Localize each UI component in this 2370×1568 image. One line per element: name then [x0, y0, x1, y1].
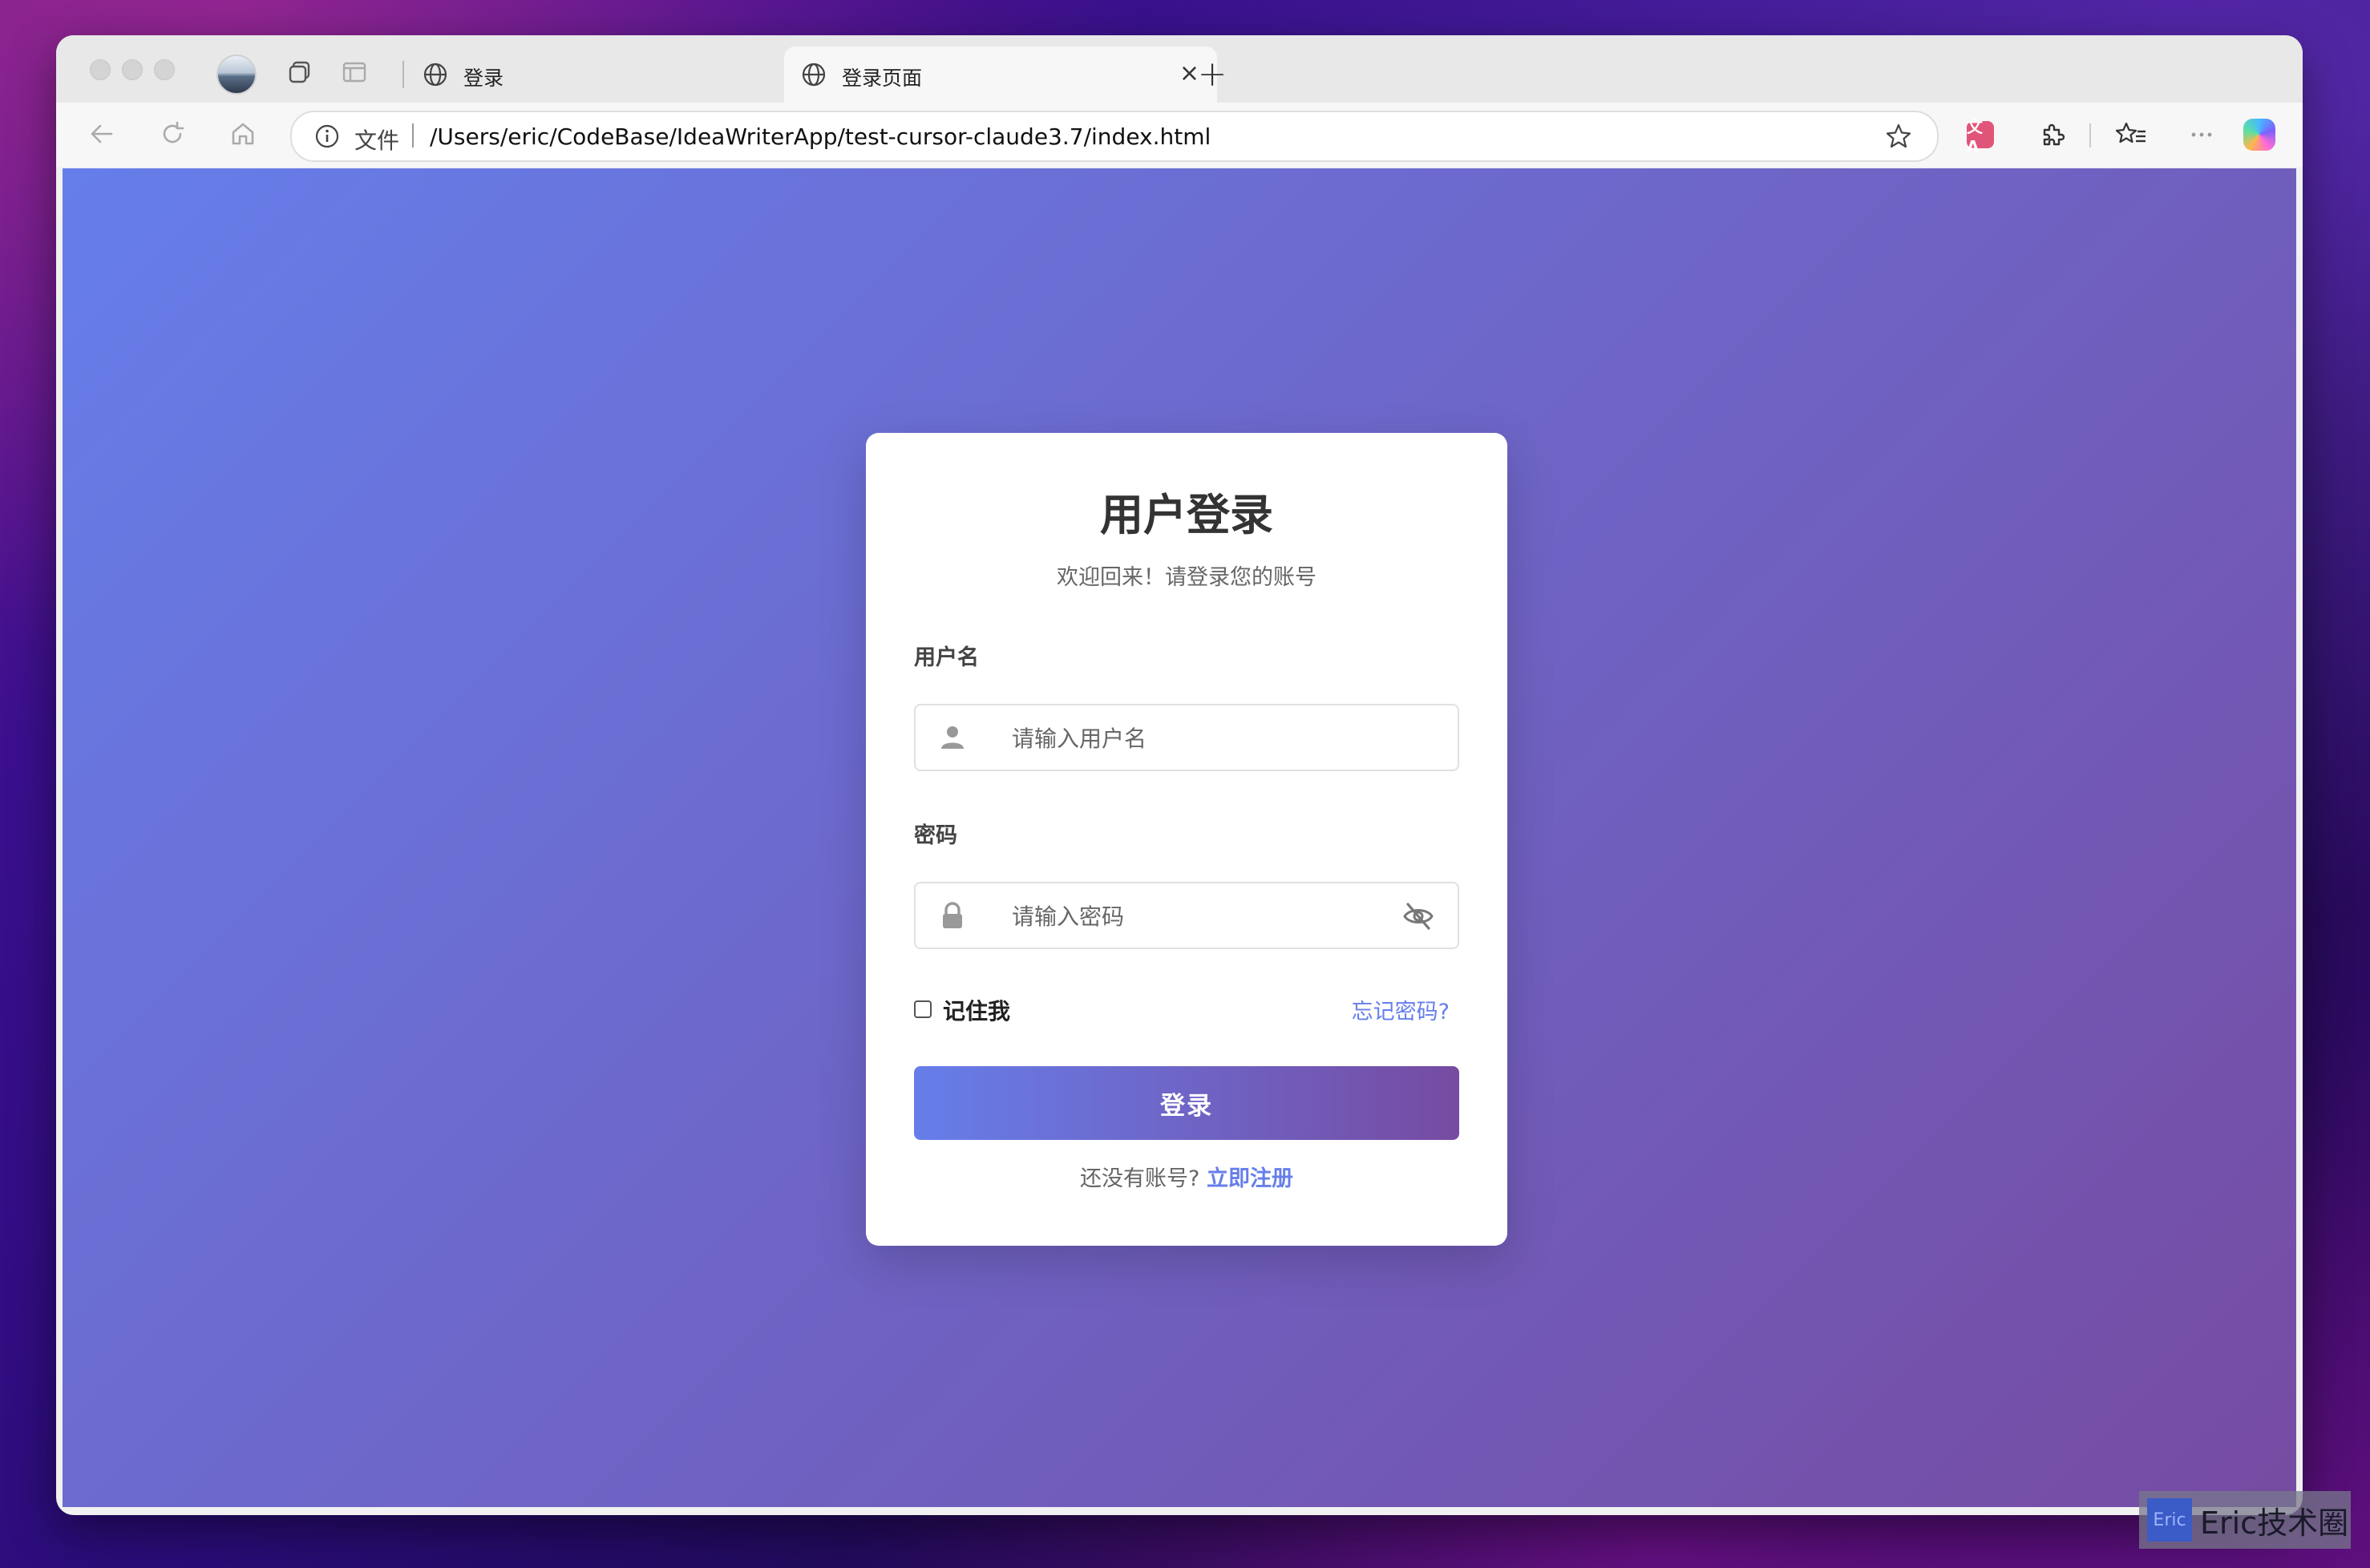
profile-avatar[interactable] — [216, 55, 257, 95]
globe-icon — [802, 63, 826, 87]
page-viewport: 用户登录 欢迎回来！请登录您的账号 用户名 密码 记住我 忘记密码? 登录 还没… — [63, 168, 2296, 1507]
home-icon[interactable] — [224, 115, 261, 152]
address-bar[interactable]: 文件 /Users/eric/CodeBase/IdeaWriterApp/te… — [290, 111, 1939, 162]
register-prompt: 还没有账号? — [1080, 1166, 1200, 1191]
address-separator — [412, 123, 414, 148]
extensions-icon[interactable] — [2035, 117, 2070, 152]
tab-divider — [402, 61, 404, 88]
password-label: 密码 — [914, 823, 957, 848]
new-tab-button[interactable]: + — [1191, 53, 1233, 95]
password-field[interactable] — [914, 882, 1459, 949]
favorite-star-icon[interactable] — [1884, 122, 1913, 151]
eye-slash-icon[interactable] — [1401, 901, 1435, 932]
scheme-label: 文件 — [354, 127, 400, 154]
username-input[interactable] — [1010, 718, 1398, 758]
window-close-button[interactable] — [90, 59, 111, 80]
watermark-badge: Eric — [2147, 1498, 2192, 1542]
info-icon[interactable] — [314, 123, 340, 149]
username-label: 用户名 — [914, 645, 979, 670]
remember-row: 记住我 忘记密码? — [914, 994, 1459, 1026]
window-minimize-button[interactable] — [122, 59, 143, 80]
translate-badge: 文A — [1967, 117, 1994, 156]
lock-icon — [943, 902, 962, 928]
copilot-logo — [2243, 119, 2275, 151]
username-field[interactable] — [914, 704, 1459, 771]
copilot-icon[interactable] — [2242, 117, 2277, 152]
remember-label[interactable]: 记住我 — [943, 994, 1010, 1026]
watermark: Eric Eric技术圈 — [2139, 1491, 2351, 1549]
tab-title: 登录 — [463, 67, 504, 90]
tab-login[interactable]: 登录 × — [406, 46, 839, 103]
window-maximize-button[interactable] — [154, 59, 175, 80]
tab-bar: 登录 × 登录页面 × + — [56, 35, 2303, 103]
tab-title: 登录页面 — [842, 67, 923, 90]
register-link[interactable]: 立即注册 — [1207, 1166, 1293, 1191]
forgot-password-link[interactable]: 忘记密码? — [1352, 994, 1450, 1025]
login-card: 用户登录 欢迎回来！请登录您的账号 用户名 密码 记住我 忘记密码? 登录 还没… — [866, 433, 1507, 1246]
tab-actions-icon[interactable] — [338, 56, 370, 88]
translate-icon[interactable]: 文A — [1963, 117, 1998, 156]
url-text[interactable]: /Users/eric/CodeBase/IdeaWriterApp/test-… — [430, 123, 1211, 150]
login-button[interactable]: 登录 — [914, 1066, 1459, 1140]
more-icon[interactable] — [2184, 117, 2219, 152]
toolbar-separator — [2089, 123, 2091, 148]
back-icon[interactable] — [83, 115, 120, 152]
globe-icon — [423, 63, 447, 87]
watermark-text: Eric技术圈 — [2200, 1505, 2349, 1541]
tab-login-page[interactable]: 登录页面 × — [784, 46, 1217, 103]
password-input[interactable] — [1010, 896, 1398, 936]
register-row: 还没有账号? 立即注册 — [866, 1161, 1507, 1192]
remember-checkbox[interactable] — [914, 1000, 932, 1018]
toolbar: 文件 /Users/eric/CodeBase/IdeaWriterApp/te… — [56, 103, 2303, 167]
favorites-icon[interactable] — [2113, 117, 2149, 152]
reload-icon[interactable] — [154, 115, 191, 152]
login-subtitle: 欢迎回来！请登录您的账号 — [1057, 565, 1316, 590]
login-title: 用户登录 — [1100, 490, 1273, 540]
browser-window: 登录 × 登录页面 × + 文件 /Users/eric/CodeBase/Id… — [56, 35, 2303, 1515]
collections-icon[interactable] — [284, 56, 316, 88]
user-icon — [941, 726, 964, 749]
